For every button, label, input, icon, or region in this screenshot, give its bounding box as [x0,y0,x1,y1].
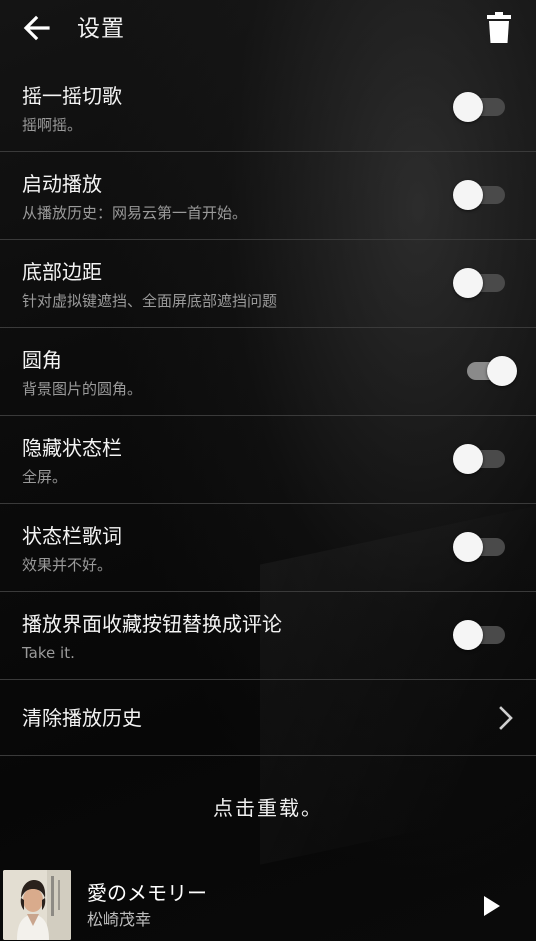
setting-subtitle: 针对虚拟键遮挡、全面屏底部遮挡问题 [22,292,278,310]
setting-subtitle: 背景图片的圆角。 [22,380,143,398]
setting-row-hide-status-bar[interactable]: 隐藏状态栏 全屏。 [0,416,536,504]
status-bar-lyrics-toggle[interactable] [453,532,505,562]
setting-title: 状态栏歌词 [22,524,122,548]
favorite-to-comment-toggle[interactable] [453,620,505,650]
setting-subtitle: 全屏。 [22,468,68,486]
autoplay-toggle[interactable] [453,180,505,210]
setting-row-shake[interactable]: 摇一摇切歌 摇啊摇。 [0,64,536,152]
toggle-thumb [453,444,483,474]
play-icon[interactable] [482,894,502,918]
shake-toggle[interactable] [453,92,505,122]
trash-icon[interactable] [486,12,512,44]
setting-subtitle: 摇啊摇。 [22,116,83,134]
setting-title: 底部边距 [22,260,102,284]
album-cover-image [3,870,71,940]
album-art[interactable] [3,870,71,940]
song-artist: 松崎茂幸 [87,910,152,929]
rounded-corners-toggle[interactable] [467,356,517,386]
setting-title: 播放界面收藏按钮替换成评论 [22,612,282,636]
setting-row-rounded-corners[interactable]: 圆角 背景图片的圆角。 [0,328,536,416]
chevron-right-icon [499,706,513,730]
setting-subtitle: Take it. [22,644,75,662]
page-title: 设置 [77,16,125,42]
setting-subtitle: 从播放历史：网易云第一首开始。 [22,204,248,222]
toggle-thumb [453,268,483,298]
mini-player[interactable]: 愛のメモリー 松崎茂幸 [0,868,536,941]
setting-row-favorite-to-comment[interactable]: 播放界面收藏按钮替换成评论 Take it. [0,592,536,680]
setting-title: 启动播放 [22,172,102,196]
toggle-thumb [453,180,483,210]
settings-list: 摇一摇切歌 摇啊摇。 启动播放 从播放历史：网易云第一首开始。 底部边距 针对虚… [0,64,536,756]
setting-title: 隐藏状态栏 [22,436,122,460]
clear-history-row[interactable]: 清除播放历史 [0,680,536,756]
clear-history-label: 清除播放历史 [22,706,142,730]
setting-title: 摇一摇切歌 [22,84,122,108]
reload-button[interactable]: 点击重载。 [0,790,536,826]
arrow-left-icon[interactable] [22,13,52,43]
toggle-thumb [453,620,483,650]
toggle-thumb [453,532,483,562]
setting-row-autoplay[interactable]: 启动播放 从播放历史：网易云第一首开始。 [0,152,536,240]
toggle-thumb [453,92,483,122]
setting-subtitle: 效果并不好。 [22,556,113,574]
hide-status-bar-toggle[interactable] [453,444,505,474]
setting-row-bottom-margin[interactable]: 底部边距 针对虚拟键遮挡、全面屏底部遮挡问题 [0,240,536,328]
setting-title: 圆角 [22,348,62,372]
bottom-margin-toggle[interactable] [453,268,505,298]
song-title: 愛のメモリー [87,881,207,905]
setting-row-status-bar-lyrics[interactable]: 状态栏歌词 效果并不好。 [0,504,536,592]
app-header: 设置 [0,0,536,64]
toggle-thumb [487,356,517,386]
